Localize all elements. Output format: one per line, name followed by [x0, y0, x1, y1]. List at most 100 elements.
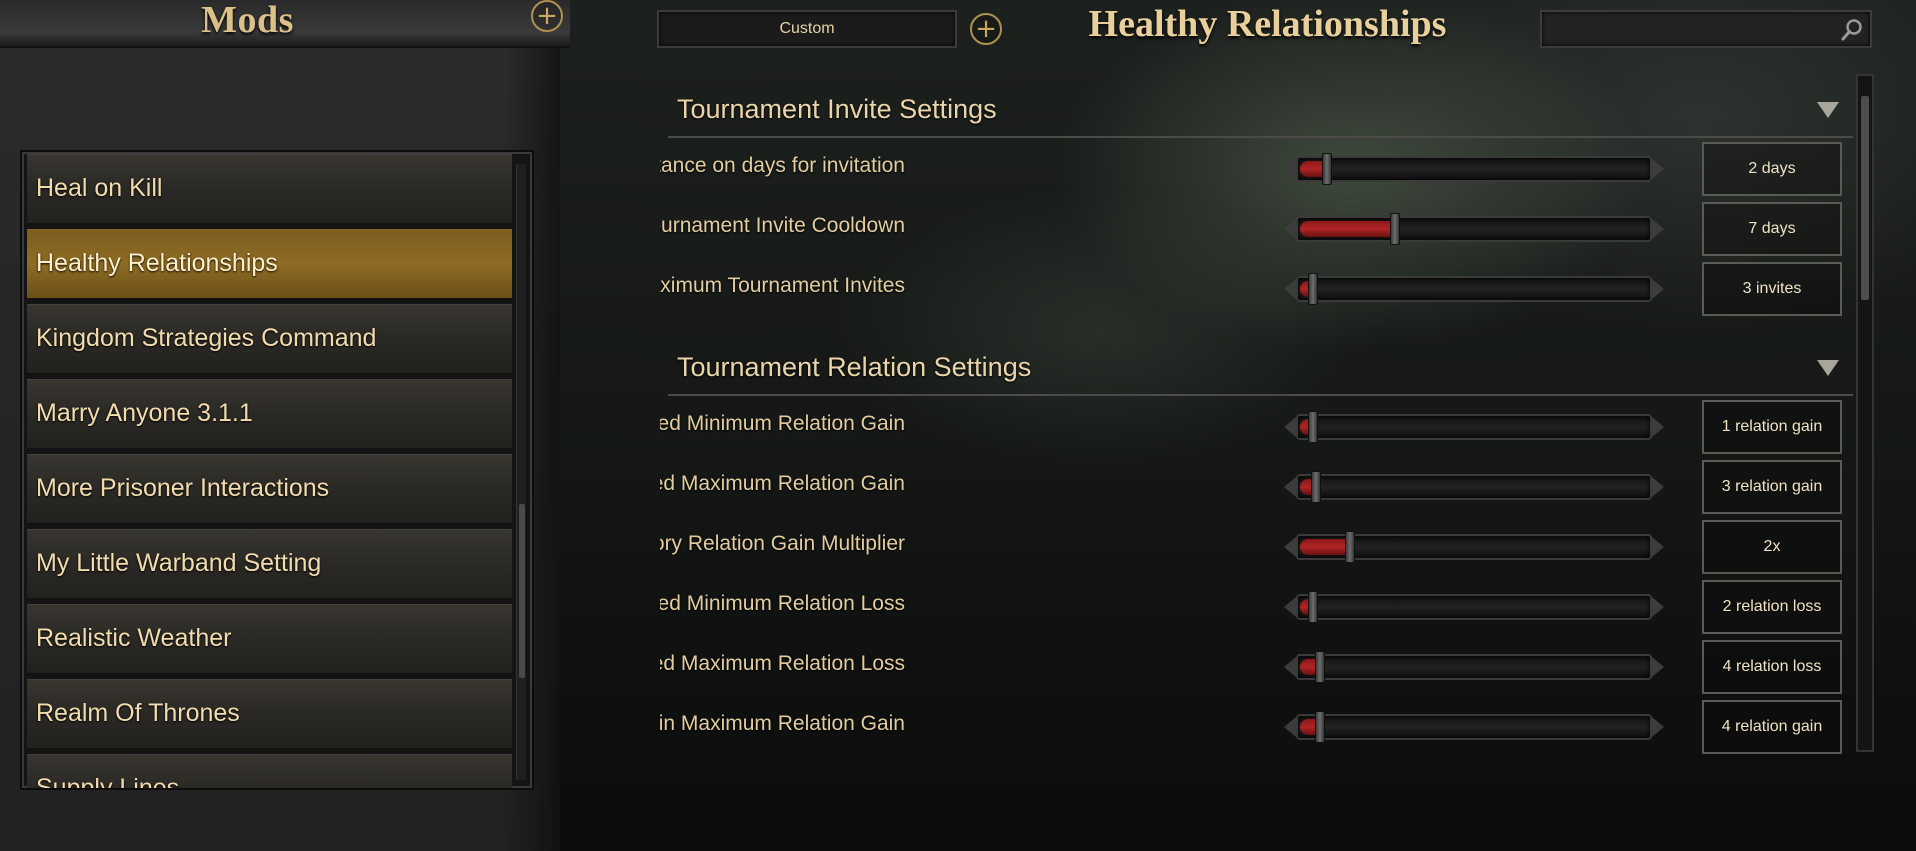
slider-handle[interactable] — [1311, 471, 1321, 503]
setting-value-field[interactable]: 7 days — [1702, 202, 1842, 256]
slider-left-cap — [1284, 219, 1296, 239]
slider-fill — [1300, 221, 1390, 237]
slider-track[interactable] — [1296, 474, 1652, 500]
slider-left-cap — [1284, 279, 1296, 299]
search-box — [1540, 10, 1872, 48]
slider-fill — [1300, 659, 1315, 675]
slider-right-cap — [1652, 597, 1664, 617]
section-header[interactable]: Tournament Relation Settings — [668, 336, 1853, 396]
setting-row: Dedicate Tournament Win Maximum Relation… — [660, 700, 1845, 754]
setting-row: Invite Fulfilled Maximum Relation Gain 3 … — [660, 460, 1845, 514]
mods-header: Mods + — [0, 0, 570, 48]
slider-fill — [1300, 719, 1315, 735]
search-icon[interactable] — [1840, 18, 1864, 42]
slider-right-cap — [1652, 477, 1664, 497]
mod-list-item[interactable]: More Prisoner Interactions — [27, 454, 512, 525]
setting-value-field[interactable]: 2 days — [1702, 142, 1842, 196]
slider-track[interactable] — [1296, 654, 1652, 680]
slider-handle[interactable] — [1390, 213, 1400, 245]
setting-value-field[interactable]: 2 relation loss — [1702, 580, 1842, 634]
setting-row: Tournament Distance on days for invitati… — [660, 142, 1845, 196]
settings-panel: Tournament Invite Settings Tournament Dis… — [660, 78, 1856, 754]
setting-row: Invite Fulfilled Minimum Relation Gain 1 … — [660, 400, 1845, 454]
slider-right-cap — [1652, 717, 1664, 737]
setting-slider[interactable] — [1284, 710, 1664, 744]
mod-list-item[interactable]: Realm Of Thrones — [27, 679, 512, 750]
mods-list: Heal on Kill Healthy Relationships Kingdom… — [20, 150, 534, 790]
slider-handle[interactable] — [1322, 153, 1332, 185]
section-title: Tournament Invite Settings — [677, 94, 997, 124]
setting-slider[interactable] — [1284, 470, 1664, 504]
slider-fill — [1300, 479, 1311, 495]
settings-scroll-thumb[interactable] — [1861, 96, 1869, 300]
collapse-chevron-icon[interactable] — [1817, 360, 1839, 376]
setting-row: Tournament Invite Cooldown 7 days — [660, 202, 1845, 256]
setting-row: Invite Unfulfilled Maximum Relation Loss… — [660, 640, 1845, 694]
slider-fill — [1300, 161, 1322, 177]
setting-label: Invited Tournament Victory Relation Gain… — [660, 532, 905, 555]
slider-handle[interactable] — [1315, 651, 1325, 683]
setting-label: Tournament Invite Cooldown — [660, 214, 905, 237]
setting-slider[interactable] — [1284, 410, 1664, 444]
mods-list-scroll-thumb[interactable] — [519, 504, 525, 678]
setting-value-field[interactable]: 4 relation loss — [1702, 640, 1842, 694]
section-title: Tournament Relation Settings — [677, 352, 1032, 382]
setting-slider[interactable] — [1284, 152, 1664, 186]
slider-left-cap — [1284, 477, 1296, 497]
mod-list-item[interactable]: My Little Warband Setting — [27, 529, 512, 600]
setting-slider[interactable] — [1284, 650, 1664, 684]
setting-row: Maximum Tournament Invites 3 invites — [660, 262, 1845, 316]
slider-track[interactable] — [1296, 714, 1652, 740]
slider-left-cap — [1284, 159, 1296, 179]
slider-track[interactable] — [1296, 414, 1652, 440]
mod-list-item[interactable]: Heal on Kill — [27, 154, 512, 225]
add-preset-plus-icon[interactable]: + — [970, 13, 1002, 45]
mod-list-item[interactable]: Supply Lines — [27, 754, 512, 788]
mod-list-item[interactable]: Realistic Weather — [27, 604, 512, 675]
setting-value-field[interactable]: 4 relation gain — [1702, 700, 1842, 754]
mods-panel: Mods + Heal on Kill Healthy Relationships… — [0, 0, 570, 851]
slider-handle[interactable] — [1315, 711, 1325, 743]
setting-label: Maximum Tournament Invites — [660, 274, 905, 297]
slider-track[interactable] — [1296, 594, 1652, 620]
setting-value-field[interactable]: 3 invites — [1702, 262, 1842, 316]
setting-value-field[interactable]: 3 relation gain — [1702, 460, 1842, 514]
collapse-chevron-icon[interactable] — [1817, 102, 1839, 118]
slider-left-cap — [1284, 417, 1296, 437]
mod-list-item[interactable]: Marry Anyone 3.1.1 — [27, 379, 512, 450]
setting-label: Invite Unfulfilled Maximum Relation Loss — [660, 652, 905, 675]
slider-left-cap — [1284, 717, 1296, 737]
setting-slider[interactable] — [1284, 212, 1664, 246]
slider-right-cap — [1652, 537, 1664, 557]
setting-value-field[interactable]: 2x — [1702, 520, 1842, 574]
setting-slider[interactable] — [1284, 590, 1664, 624]
slider-right-cap — [1652, 657, 1664, 677]
section-header[interactable]: Tournament Invite Settings — [668, 78, 1853, 138]
mods-list-scrollbar[interactable] — [516, 164, 526, 780]
slider-handle[interactable] — [1345, 531, 1355, 563]
page-title: Healthy Relationships — [1088, 3, 1447, 45]
setting-value-field[interactable]: 1 relation gain — [1702, 400, 1842, 454]
slider-handle[interactable] — [1308, 411, 1318, 443]
slider-left-cap — [1284, 597, 1296, 617]
settings-scrollbar[interactable] — [1856, 74, 1874, 752]
slider-right-cap — [1652, 219, 1664, 239]
preset-dropdown[interactable]: Custom — [657, 10, 957, 48]
add-mod-plus-icon[interactable]: + — [531, 0, 563, 32]
mod-list-item[interactable]: Kingdom Strategies Command — [27, 304, 512, 375]
mods-title: Mods — [201, 0, 294, 41]
slider-left-cap — [1284, 657, 1296, 677]
slider-track[interactable] — [1296, 276, 1652, 302]
slider-handle[interactable] — [1308, 591, 1318, 623]
slider-right-cap — [1652, 279, 1664, 299]
search-input[interactable] — [1542, 12, 1832, 46]
mod-list-item[interactable]: Healthy Relationships — [27, 229, 512, 300]
slider-track[interactable] — [1296, 156, 1652, 182]
setting-label: Tournament Distance on days for invitati… — [660, 154, 905, 177]
slider-handle[interactable] — [1308, 273, 1318, 305]
setting-row: Invited Tournament Victory Relation Gain… — [660, 520, 1845, 574]
setting-label: Invite Fulfilled Maximum Relation Gain — [660, 472, 905, 495]
setting-slider[interactable] — [1284, 530, 1664, 564]
slider-fill — [1300, 539, 1345, 555]
setting-slider[interactable] — [1284, 272, 1664, 306]
